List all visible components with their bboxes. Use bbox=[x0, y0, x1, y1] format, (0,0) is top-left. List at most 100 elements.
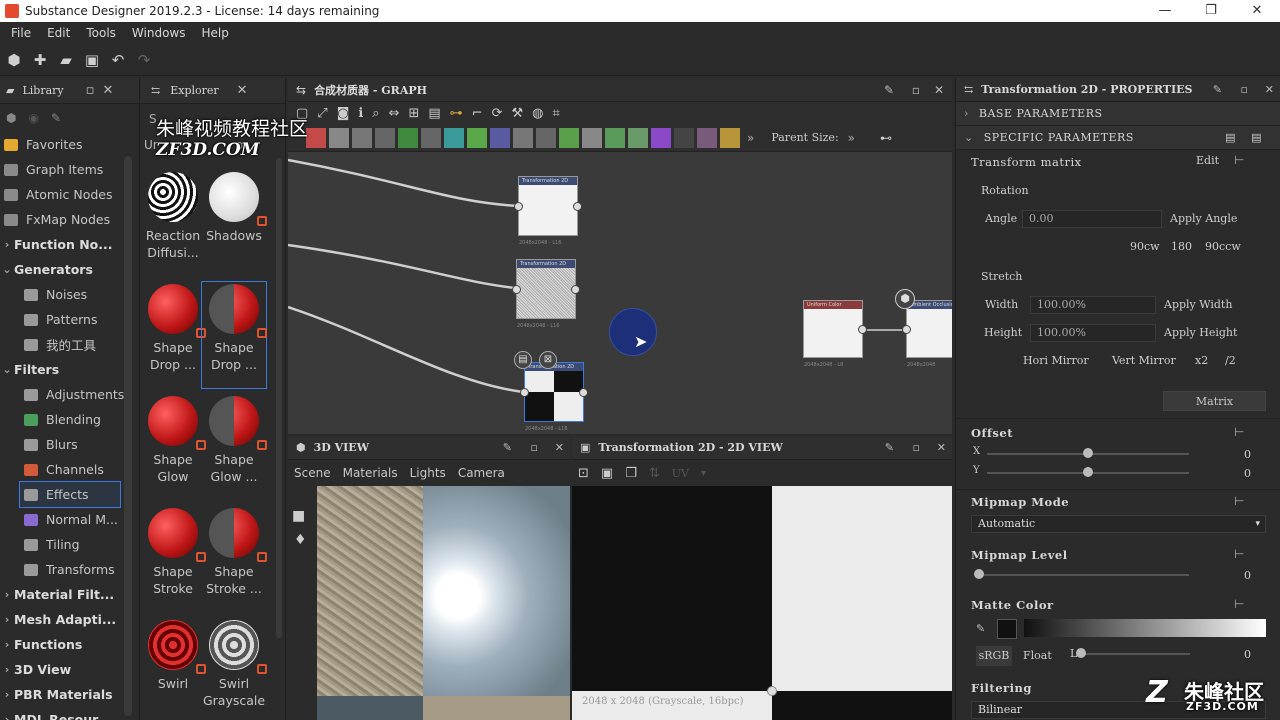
close-2d-icon[interactable]: ✕ bbox=[937, 441, 946, 454]
node-type-icon-13[interactable] bbox=[582, 127, 602, 148]
luminance-slider[interactable] bbox=[1080, 653, 1190, 655]
library-item[interactable]: 我的工具 bbox=[0, 332, 139, 357]
mipmap-level-slider[interactable] bbox=[976, 574, 1189, 576]
float-graph-icon[interactable]: ▫ bbox=[912, 83, 920, 97]
library-item[interactable]: Transforms bbox=[0, 557, 139, 582]
menu-edit[interactable]: Edit bbox=[39, 26, 78, 40]
library-item[interactable]: Favorites bbox=[0, 132, 139, 157]
save-image-icon[interactable]: ▣ bbox=[601, 466, 613, 481]
channels-icon[interactable]: ⇅ bbox=[649, 466, 660, 481]
bake-icon[interactable]: ◍ bbox=[532, 106, 543, 121]
zoom-fit-icon[interactable]: ⤢ bbox=[317, 106, 327, 121]
close-3d-icon[interactable]: ✕ bbox=[555, 441, 564, 454]
library-item[interactable]: › MDL Resour... bbox=[0, 707, 139, 720]
expand-arrow-icon[interactable]: › bbox=[0, 713, 14, 720]
graph-tab-title[interactable]: 合成材质器 - GRAPH bbox=[314, 82, 427, 98]
node-type-icon-2[interactable] bbox=[329, 127, 349, 148]
camera-tool-icon[interactable]: ■ bbox=[292, 508, 305, 524]
minimize-button[interactable]: — bbox=[1142, 0, 1188, 22]
crop-icon[interactable]: ⌗ bbox=[552, 106, 559, 121]
rotate-180-button[interactable]: 180 bbox=[1171, 240, 1192, 253]
search-icon[interactable]: ⌕ bbox=[372, 106, 379, 121]
close-button[interactable]: ✕ bbox=[1234, 0, 1280, 22]
close-graph-icon[interactable]: ✕ bbox=[934, 83, 944, 97]
connector-icon[interactable]: ⌐ bbox=[472, 106, 483, 121]
pin-graph-icon[interactable]: ✎ bbox=[884, 83, 894, 97]
node-output-port[interactable] bbox=[579, 388, 588, 397]
library-item[interactable]: › PBR Materials bbox=[0, 682, 139, 707]
scale-x2-button[interactable]: x2 bbox=[1195, 354, 1208, 367]
frame-node-icon[interactable]: ▤ bbox=[428, 106, 440, 121]
matte-color-gradient[interactable] bbox=[1024, 619, 1266, 637]
reset-mipmap-mode-icon[interactable]: ⊢ bbox=[1234, 494, 1244, 508]
uv-dropdown[interactable]: UV bbox=[672, 467, 689, 480]
offset-x-value[interactable]: 0 bbox=[1206, 448, 1251, 461]
redo-icon[interactable]: ↷ bbox=[134, 50, 154, 70]
library-item[interactable]: ⌄ Filters bbox=[0, 357, 139, 382]
explorer-thumbnail[interactable]: Shape Stroke bbox=[141, 506, 206, 612]
offset-y-knob[interactable] bbox=[1083, 467, 1093, 477]
align-icon[interactable]: ⇔ bbox=[389, 106, 400, 121]
close-properties-icon[interactable]: ✕ bbox=[1265, 83, 1274, 96]
copy-image-icon[interactable]: ❐ bbox=[625, 466, 637, 481]
close-explorer-icon[interactable]: ✕ bbox=[237, 83, 248, 98]
node-type-icon-3[interactable] bbox=[352, 127, 372, 148]
explorer-thumbnail[interactable]: Shape Drop ... bbox=[201, 281, 267, 389]
node-input-port[interactable] bbox=[520, 388, 529, 397]
graph-node-ambient-occlusion[interactable]: Ambient Occlusion 2048x2048 bbox=[902, 300, 952, 368]
library-item[interactable]: Blending bbox=[0, 407, 139, 432]
node-type-icon-9[interactable] bbox=[490, 127, 510, 148]
node-type-icon-14[interactable] bbox=[605, 127, 625, 148]
node-type-icon-16[interactable] bbox=[651, 127, 671, 148]
library-item[interactable]: › Material Filt... bbox=[0, 582, 139, 607]
library-item[interactable]: Atomic Nodes bbox=[0, 182, 139, 207]
library-item[interactable]: › 3D View bbox=[0, 657, 139, 682]
3d-viewport[interactable] bbox=[317, 486, 570, 720]
node-output-port[interactable] bbox=[573, 202, 582, 211]
srgb-toggle[interactable]: sRGB bbox=[976, 646, 1012, 666]
explorer-thumbnail[interactable]: Swirl bbox=[141, 618, 206, 720]
library-item[interactable]: ⌄ Generators bbox=[0, 257, 139, 282]
3d-view-tab-title[interactable]: 3D VIEW bbox=[314, 441, 369, 454]
node-type-icon-19[interactable] bbox=[720, 127, 740, 148]
2d-pivot-handle[interactable] bbox=[767, 686, 777, 696]
refresh-icon[interactable]: ⟳ bbox=[492, 106, 503, 121]
node-3d-icon[interactable]: ⬢ bbox=[895, 289, 915, 309]
expand-arrow-icon[interactable]: › bbox=[0, 663, 14, 676]
rotate-90cw-button[interactable]: 90cw bbox=[1130, 240, 1160, 253]
node-type-icon-11[interactable] bbox=[536, 127, 556, 148]
height-field[interactable]: 100.00% bbox=[1030, 324, 1156, 342]
undo-icon[interactable]: ↶ bbox=[108, 50, 128, 70]
more-nodes-icon[interactable]: » bbox=[747, 131, 754, 145]
library-item[interactable]: Graph Items bbox=[0, 157, 139, 182]
collapse-arrow-icon[interactable]: ⌄ bbox=[0, 363, 14, 376]
float-3d-icon[interactable]: ▫ bbox=[531, 441, 538, 454]
collapse-arrow-icon[interactable]: ⌄ bbox=[0, 263, 14, 276]
node-type-icon-1[interactable] bbox=[306, 127, 326, 148]
library-sync-icon[interactable]: ◉ bbox=[28, 111, 38, 125]
node-type-icon-4[interactable] bbox=[375, 127, 395, 148]
expand-arrow-icon[interactable]: › bbox=[0, 638, 14, 651]
graph-settings-icon[interactable]: ⊷ bbox=[880, 131, 892, 145]
rotate-90ccw-button[interactable]: 90ccw bbox=[1205, 240, 1241, 253]
matte-value[interactable]: 0 bbox=[1206, 648, 1251, 661]
menu-file[interactable]: File bbox=[3, 26, 39, 40]
apply-width-button[interactable]: Apply Width bbox=[1164, 298, 1232, 311]
node-output-port[interactable] bbox=[571, 285, 580, 294]
3d-menu-camera[interactable]: Camera bbox=[458, 466, 505, 480]
menu-help[interactable]: Help bbox=[193, 26, 236, 40]
3d-menu-scene[interactable]: Scene bbox=[294, 466, 331, 480]
scale-half-button[interactable]: /2 bbox=[1225, 354, 1236, 367]
paste-params-icon[interactable]: ▤ bbox=[1251, 131, 1262, 144]
library-item[interactable]: Effects bbox=[19, 481, 121, 508]
parent-size-more-icon[interactable]: » bbox=[848, 131, 855, 145]
vert-mirror-button[interactable]: Vert Mirror bbox=[1112, 354, 1176, 367]
specific-parameters-section[interactable]: ⌄ SPECIFIC PARAMETERS ▤ ▤ bbox=[956, 126, 1280, 150]
hori-mirror-button[interactable]: Hori Mirror bbox=[1023, 354, 1089, 367]
light-tool-icon[interactable]: ♦ bbox=[294, 532, 307, 548]
close-library-icon[interactable]: ✕ bbox=[102, 83, 113, 98]
node-type-icon-17[interactable] bbox=[674, 127, 694, 148]
graph-layout-icon[interactable]: ⊞ bbox=[408, 106, 419, 121]
offset-x-knob[interactable] bbox=[1083, 448, 1093, 458]
node-type-icon-5[interactable] bbox=[398, 127, 418, 148]
